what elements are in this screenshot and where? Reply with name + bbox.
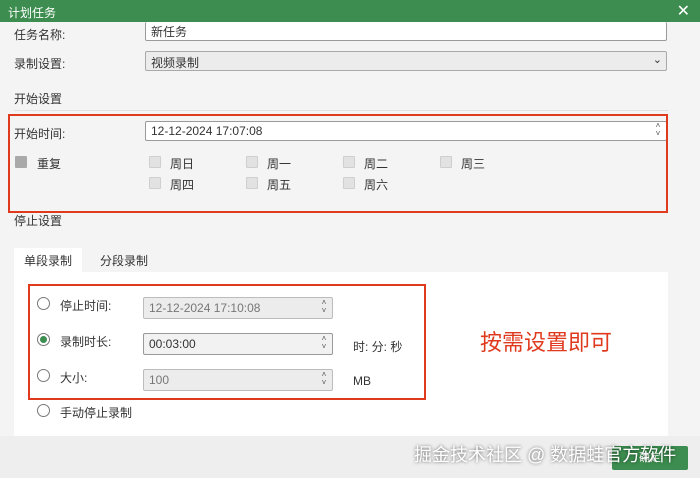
tab-segment-record[interactable]: 分段录制 bbox=[90, 248, 158, 273]
spin-arrows-icon[interactable]: ˄ ˅ bbox=[653, 122, 663, 140]
start-time-label: 开始时间: bbox=[14, 127, 66, 141]
task-name-label: 任务名称: bbox=[14, 28, 66, 42]
duration-unit-label: 时: 分: 秒 bbox=[353, 340, 403, 354]
day-checkbox-wed[interactable] bbox=[440, 156, 452, 168]
day-label: 周六 bbox=[364, 178, 389, 192]
task-name-input[interactable]: 新任务 bbox=[145, 22, 667, 41]
stop-time-input[interactable]: 12-12-2024 17:10:08 ˄ ˅ bbox=[143, 297, 333, 319]
day-checkbox-tue[interactable] bbox=[343, 156, 355, 168]
manual-stop-radio[interactable] bbox=[37, 404, 50, 417]
record-setting-label: 录制设置: bbox=[14, 57, 66, 71]
size-input[interactable]: 100 ˄ ˅ bbox=[143, 369, 333, 391]
repeat-label: 重复 bbox=[37, 157, 62, 171]
day-label: 周三 bbox=[461, 157, 486, 171]
start-time-input[interactable]: 12-12-2024 17:07:08 ˄ ˅ bbox=[145, 121, 667, 141]
record-setting-select[interactable]: 视频录制 ⌄ bbox=[145, 51, 667, 71]
task-name-value: 新任务 bbox=[151, 25, 188, 39]
day-checkbox-sat[interactable] bbox=[343, 177, 355, 189]
day-checkbox-sun[interactable] bbox=[149, 156, 161, 168]
tab-single-record[interactable]: 单段录制 bbox=[14, 248, 83, 272]
day-checkbox-thu[interactable] bbox=[149, 177, 161, 189]
start-section-heading: 开始设置 bbox=[14, 92, 63, 106]
size-label: 大小: bbox=[60, 371, 88, 385]
close-icon[interactable]: ✕ bbox=[677, 1, 690, 21]
annotation-text: 按需设置即可 bbox=[480, 330, 613, 355]
repeat-checkbox[interactable] bbox=[15, 156, 27, 168]
title-bar: 计划任务 ✕ bbox=[0, 0, 700, 22]
day-label: 周日 bbox=[170, 157, 195, 171]
size-unit-label: MB bbox=[353, 374, 371, 388]
day-label: 周五 bbox=[267, 178, 292, 192]
start-time-value: 12-12-2024 17:07:08 bbox=[151, 124, 263, 138]
stop-time-label: 停止时间: bbox=[60, 299, 112, 313]
duration-value: 00:03:00 bbox=[149, 337, 196, 351]
spin-arrows-icon[interactable]: ˄ ˅ bbox=[319, 335, 329, 353]
spin-arrows-icon[interactable]: ˄ ˅ bbox=[319, 371, 329, 389]
stop-time-value: 12-12-2024 17:10:08 bbox=[149, 301, 261, 315]
day-checkbox-mon[interactable] bbox=[246, 156, 258, 168]
day-checkbox-fri[interactable] bbox=[246, 177, 258, 189]
record-setting-value: 视频录制 bbox=[151, 56, 200, 70]
window-title: 计划任务 bbox=[8, 6, 57, 20]
manual-stop-label: 手动停止录制 bbox=[60, 406, 133, 420]
day-label: 周二 bbox=[364, 157, 389, 171]
divider bbox=[14, 110, 668, 111]
watermark: 掘金技术社区 @ 数据蛙官方软件 bbox=[414, 445, 677, 465]
duration-radio[interactable] bbox=[37, 333, 50, 346]
stop-section-heading: 停止设置 bbox=[14, 214, 63, 228]
duration-input[interactable]: 00:03:00 ˄ ˅ bbox=[143, 333, 333, 355]
chevron-down-icon: ⌄ bbox=[652, 54, 662, 66]
stop-time-radio[interactable] bbox=[37, 297, 50, 310]
duration-label: 录制时长: bbox=[60, 335, 112, 349]
day-label: 周一 bbox=[267, 157, 292, 171]
day-label: 周四 bbox=[170, 178, 195, 192]
size-radio[interactable] bbox=[37, 369, 50, 382]
size-value: 100 bbox=[149, 373, 170, 387]
spin-arrows-icon[interactable]: ˄ ˅ bbox=[319, 299, 329, 317]
